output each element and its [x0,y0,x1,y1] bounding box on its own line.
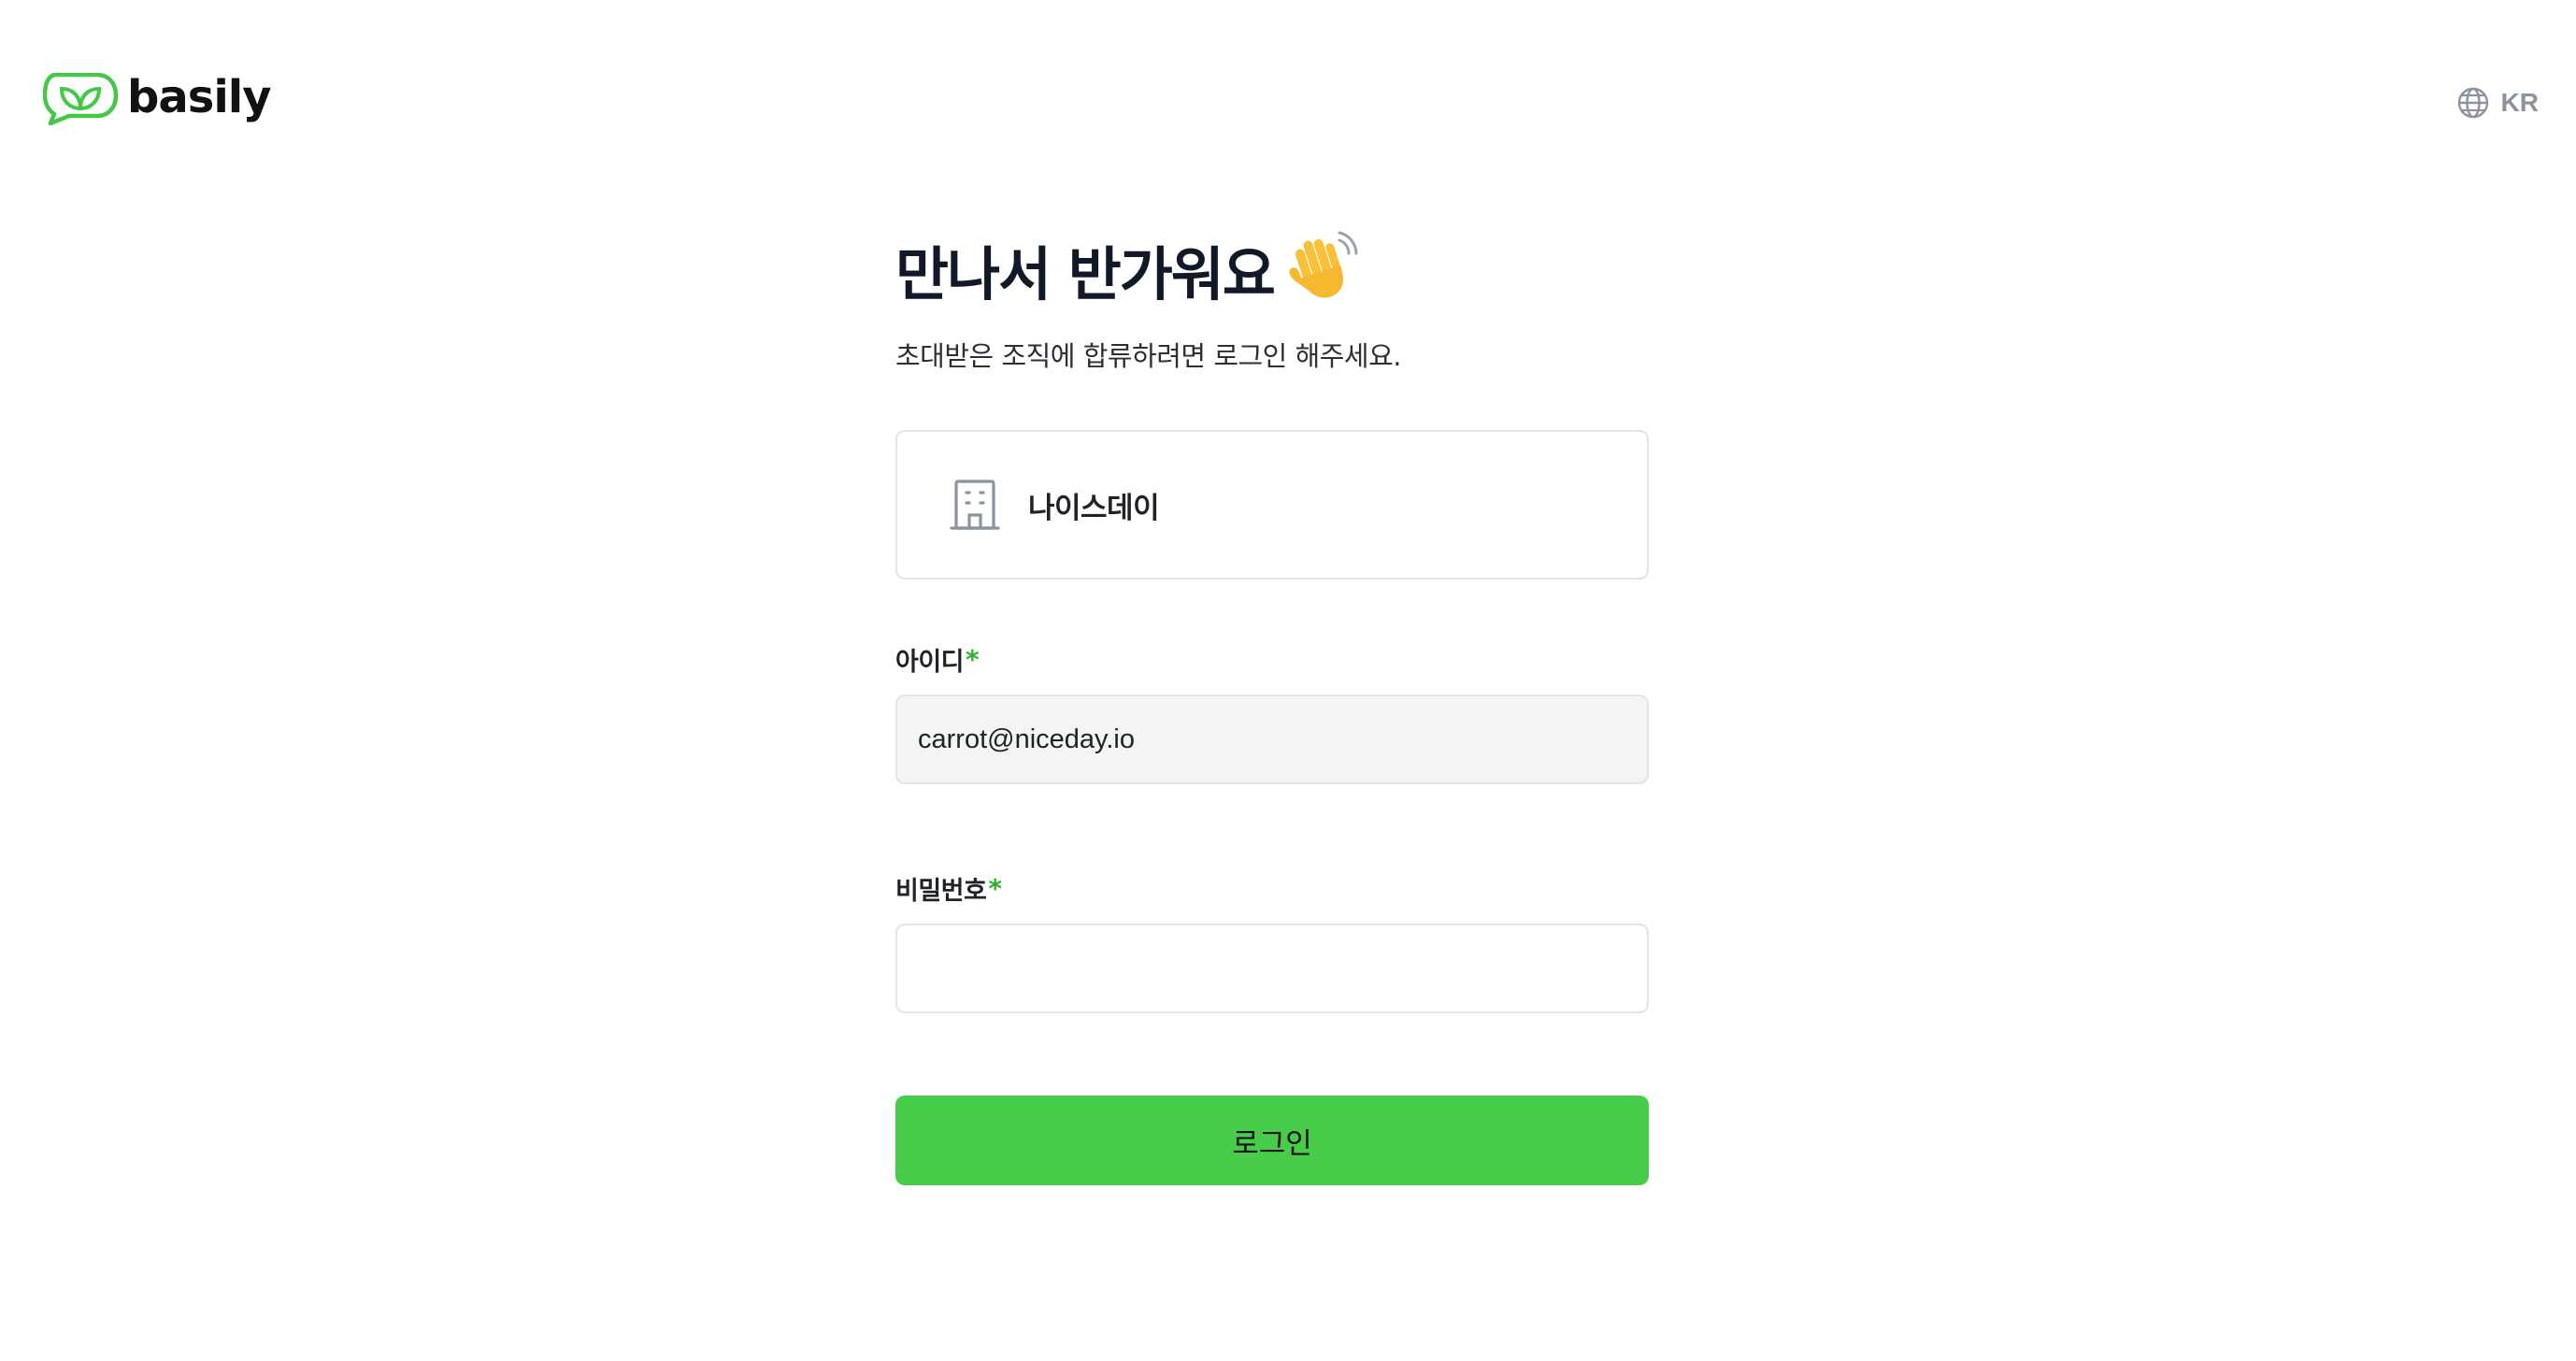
organization-name: 나이스데이 [1028,491,1160,525]
required-mark: * [988,873,1002,904]
organization-card: 나이스데이 [895,430,1649,580]
title-row: 만나서 반가워요 [895,230,1649,308]
id-input[interactable] [895,695,1649,784]
waving-hand-icon [1289,231,1358,298]
leaf-chat-logo-icon [43,73,118,125]
id-label-text: 아이디 [895,648,965,677]
login-form: 만나서 반가워요 초대받은 조직에 합류하려면 로그인 해주세요. 나이스데이 [895,230,1649,1185]
page-title: 만나서 반가워요 [895,240,1276,308]
password-field-label: 비밀번호 * [895,870,1649,907]
password-label-text: 비밀번호 [895,877,987,906]
building-icon [950,480,1000,530]
id-field-label: 아이디 * [895,641,1649,678]
language-selector[interactable]: KR [2456,86,2539,120]
globe-icon [2457,87,2488,119]
password-input[interactable] [895,924,1649,1013]
login-button[interactable]: 로그인 [895,1096,1649,1185]
basily-logo[interactable]: basily [43,71,272,125]
page-subtitle: 초대받은 조직에 합류하려면 로그인 해주세요. [895,340,1402,372]
logo-text: basily [127,71,272,123]
language-label: KR [2500,88,2539,117]
required-mark: * [966,644,980,675]
